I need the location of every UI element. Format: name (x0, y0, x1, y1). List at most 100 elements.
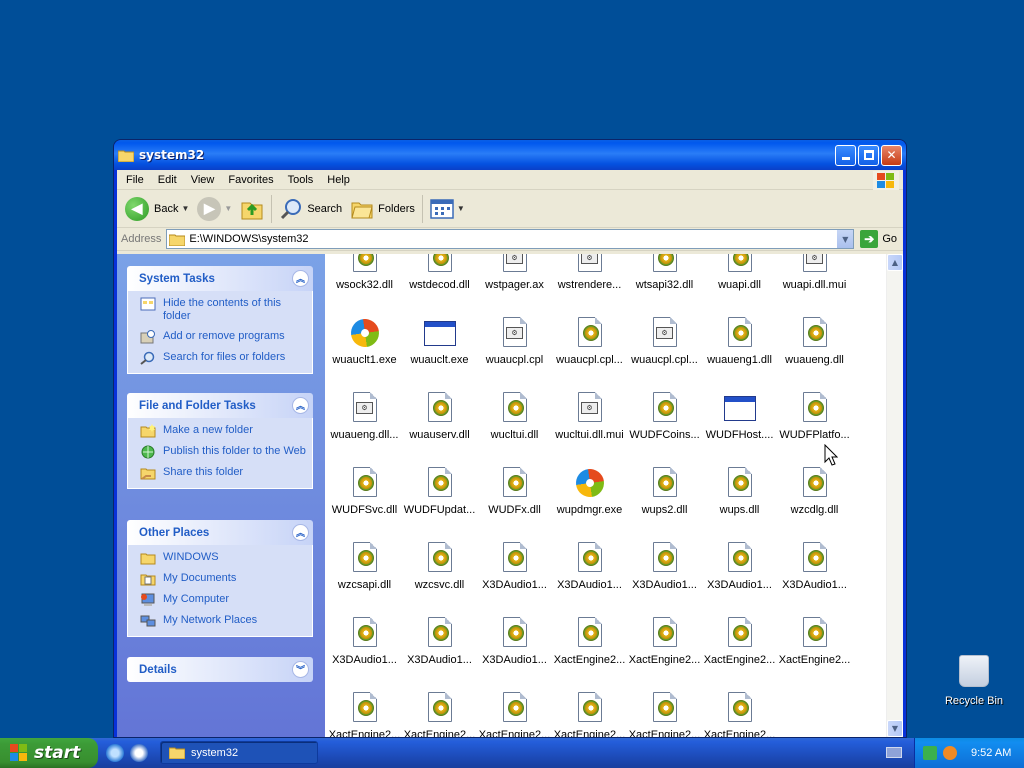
file-item[interactable]: wups.dll (702, 467, 777, 542)
file-item[interactable]: X3DAudio1... (477, 542, 552, 617)
other-places-header[interactable]: Other Places ︽ (127, 520, 313, 545)
network-icon[interactable] (923, 746, 937, 760)
file-item[interactable]: wuauclt.exe (402, 317, 477, 392)
collapse-chevron-icon[interactable]: ︽ (292, 524, 309, 541)
file-item[interactable]: ⚙ wuaueng.dll... (327, 392, 402, 467)
file-item[interactable]: ⚙ wstrendere... (552, 254, 627, 317)
file-item[interactable]: wuapi.dll (702, 254, 777, 317)
file-item[interactable]: wstdecod.dll (402, 254, 477, 317)
folders-button[interactable]: Folders (346, 193, 419, 225)
publish-web-link[interactable]: Publish this folder to the Web (140, 445, 308, 459)
make-new-folder-link[interactable]: Make a new folder (140, 424, 308, 438)
file-item[interactable]: wsock32.dll (327, 254, 402, 317)
maximize-button[interactable] (858, 144, 879, 166)
internet-explorer-icon[interactable] (106, 744, 124, 762)
file-item[interactable]: wuaueng1.dll (702, 317, 777, 392)
file-item[interactable]: WUDFPlatfo... (777, 392, 852, 467)
address-dropdown-button[interactable]: ▼ (836, 230, 854, 248)
file-item[interactable]: X3DAudio1... (477, 617, 552, 692)
hide-contents-link[interactable]: Hide the contents of this folder (140, 297, 308, 323)
file-item[interactable]: X3DAudio1... (327, 617, 402, 692)
file-item[interactable]: X3DAudio1... (777, 542, 852, 617)
file-item[interactable]: WUDFUpdat... (402, 467, 477, 542)
menu-edit[interactable]: Edit (151, 170, 184, 190)
menu-view[interactable]: View (184, 170, 222, 190)
menu-tools[interactable]: Tools (281, 170, 321, 190)
file-item[interactable]: XactEngine2... (627, 692, 702, 737)
file-item[interactable]: wucltui.dll (477, 392, 552, 467)
file-item[interactable]: X3DAudio1... (402, 617, 477, 692)
taskbar-button-system32[interactable]: system32 (160, 741, 318, 764)
file-item[interactable]: wuauserv.dll (402, 392, 477, 467)
collapse-chevron-icon[interactable]: ︽ (292, 397, 309, 414)
up-button[interactable] (236, 193, 268, 225)
file-item[interactable]: wzcdlg.dll (777, 467, 852, 542)
file-item[interactable]: wuaueng.dll (777, 317, 852, 392)
file-item[interactable]: ⚙ wucltui.dll.mui (552, 392, 627, 467)
back-button[interactable]: ◀ Back ▼ (121, 193, 193, 225)
forward-dropdown-icon[interactable]: ▼ (224, 204, 232, 213)
file-item[interactable]: wzcsapi.dll (327, 542, 402, 617)
title-bar[interactable]: system32 ✕ (114, 140, 906, 170)
file-item[interactable]: wuauclt1.exe (327, 317, 402, 392)
file-item[interactable]: WUDFx.dll (477, 467, 552, 542)
expand-chevron-icon[interactable]: ︾ (292, 661, 309, 678)
start-button[interactable]: start (0, 738, 98, 768)
file-item[interactable]: X3DAudio1... (702, 542, 777, 617)
windows-folder-link[interactable]: WINDOWS (140, 551, 308, 565)
file-item[interactable]: XactEngine2... (702, 692, 777, 737)
file-item[interactable]: WUDFSvc.dll (327, 467, 402, 542)
file-item[interactable]: XactEngine2... (402, 692, 477, 737)
file-view[interactable]: wsock32.dll wstdecod.dll ⚙ wstpager.ax ⚙ wstr… (325, 254, 903, 737)
file-item[interactable]: wupdmgr.exe (552, 467, 627, 542)
file-item[interactable]: X3DAudio1... (627, 542, 702, 617)
file-item[interactable]: XactEngine2... (327, 692, 402, 737)
minimize-button[interactable] (835, 144, 856, 166)
share-folder-link[interactable]: Share this folder (140, 466, 308, 480)
my-computer-link[interactable]: My Computer (140, 593, 308, 607)
file-item[interactable]: ⚙ wuapi.dll.mui (777, 254, 852, 317)
views-button[interactable]: ▼ (426, 193, 469, 225)
scroll-down-button[interactable]: ▼ (887, 720, 903, 737)
file-item[interactable]: XactEngine2... (477, 692, 552, 737)
file-item[interactable]: ⚙ wuaucpl.cpl... (627, 317, 702, 392)
system-tasks-header[interactable]: System Tasks ︽ (127, 266, 313, 291)
keyboard-layout-icon[interactable] (886, 747, 902, 758)
recycle-bin[interactable]: Recycle Bin (944, 655, 1004, 707)
menu-help[interactable]: Help (320, 170, 357, 190)
file-item[interactable]: XactEngine2... (552, 617, 627, 692)
windows-media-player-icon[interactable] (130, 744, 148, 762)
file-item[interactable]: wups2.dll (627, 467, 702, 542)
add-remove-programs-link[interactable]: Add or remove programs (140, 330, 308, 344)
file-item[interactable]: XactEngine2... (777, 617, 852, 692)
security-alert-icon[interactable] (943, 746, 957, 760)
back-dropdown-icon[interactable]: ▼ (181, 204, 189, 213)
scroll-up-button[interactable]: ▲ (887, 254, 903, 271)
file-item[interactable]: WUDFHost.... (702, 392, 777, 467)
file-item[interactable]: WUDFCoins... (627, 392, 702, 467)
close-button[interactable]: ✕ (881, 144, 902, 166)
file-item[interactable]: ⚙ wuaucpl.cpl (477, 317, 552, 392)
file-item[interactable]: XactEngine2... (627, 617, 702, 692)
clock[interactable]: 9:52 AM (971, 747, 1011, 759)
file-item[interactable]: XactEngine2... (552, 692, 627, 737)
file-item[interactable]: wtsapi32.dll (627, 254, 702, 317)
forward-button[interactable]: ▶ ▼ (193, 193, 236, 225)
file-item[interactable]: XactEngine2... (702, 617, 777, 692)
file-item[interactable]: ⚙ wstpager.ax (477, 254, 552, 317)
file-item[interactable]: X3DAudio1... (552, 542, 627, 617)
collapse-chevron-icon[interactable]: ︽ (292, 270, 309, 287)
my-network-places-link[interactable]: My Network Places (140, 614, 308, 628)
address-input[interactable]: E:\WINDOWS\system32 ▼ (166, 229, 855, 249)
file-item[interactable]: wuaucpl.cpl... (552, 317, 627, 392)
details-header[interactable]: Details ︾ (127, 657, 313, 682)
menu-file[interactable]: File (119, 170, 151, 190)
menu-favorites[interactable]: Favorites (221, 170, 280, 190)
search-files-link[interactable]: Search for files or folders (140, 351, 308, 365)
file-folder-tasks-header[interactable]: File and Folder Tasks ︽ (127, 393, 313, 418)
search-button[interactable]: Search (275, 193, 346, 225)
my-documents-link[interactable]: My Documents (140, 572, 308, 586)
file-item[interactable]: wzcsvc.dll (402, 542, 477, 617)
go-button[interactable]: ➔ Go (854, 230, 903, 248)
vertical-scrollbar[interactable]: ▲ ▼ (886, 254, 903, 737)
